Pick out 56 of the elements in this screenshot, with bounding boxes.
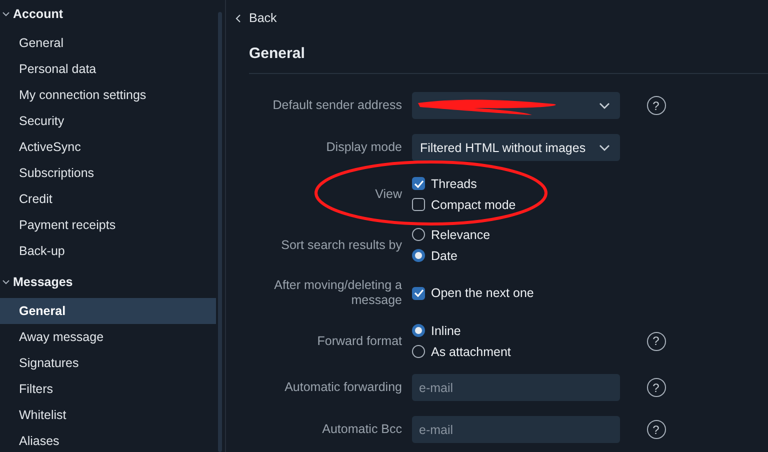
radio-button[interactable] [412, 345, 425, 358]
radio-button[interactable] [412, 228, 425, 241]
radio-button[interactable] [412, 324, 425, 337]
field-label: After moving/deleting a message [273, 278, 402, 308]
sidebar-item[interactable]: Back-up [0, 238, 216, 264]
sidebar-item[interactable]: General [0, 30, 216, 56]
sidebar-item[interactable]: Security [0, 108, 216, 134]
chevron-left-icon [235, 14, 241, 22]
check-icon [414, 180, 424, 188]
caret-icon [599, 144, 610, 152]
page-heading: General [248, 44, 306, 64]
sidebar-item[interactable]: Credit [0, 186, 216, 212]
field-label: Sort search results by [280, 238, 402, 252]
section-header[interactable]: Messages [0, 272, 216, 292]
sidebar-item[interactable]: Personal data [0, 56, 216, 82]
field-label: Default sender address [272, 98, 402, 113]
section-title: Account [13, 7, 63, 21]
field-label: Automatic Bcc [321, 422, 402, 437]
back-link[interactable]: Back [230, 0, 768, 36]
option-label: As attachment [431, 344, 511, 358]
option-label: Date [431, 248, 458, 262]
section-title: Messages [13, 275, 73, 289]
sidebar-item[interactable]: Aliases [0, 428, 216, 452]
option-label: Inline [431, 324, 461, 338]
sidebar-item[interactable]: My connection settings [0, 82, 216, 108]
checkbox[interactable] [412, 286, 425, 300]
help-button[interactable]: ? [646, 332, 666, 350]
checkbox[interactable] [412, 177, 425, 190]
checkbox[interactable] [412, 198, 425, 211]
field-label: Automatic forwarding [284, 380, 402, 395]
help-button[interactable]: ? [646, 420, 666, 439]
input-field[interactable]: e-mail [412, 416, 620, 443]
sidebar-item[interactable]: Signatures [0, 350, 216, 376]
check-icon [414, 289, 424, 297]
option-label: Open the next one [431, 286, 534, 300]
field-label: Display mode [325, 140, 402, 155]
dropdown[interactable] [412, 92, 620, 119]
option-label: Threads [431, 176, 477, 190]
sidebar-item[interactable]: Away message [0, 324, 216, 350]
radio-button[interactable] [412, 249, 425, 262]
dropdown[interactable]: Filtered HTML without images [412, 134, 620, 161]
sidebar-item[interactable]: Payment receipts [0, 212, 216, 238]
sidebar-item[interactable]: Whitelist [0, 402, 216, 428]
help-button[interactable]: ? [646, 378, 666, 397]
sidebar-item[interactable]: Subscriptions [0, 160, 216, 186]
sidebar-item[interactable]: ActiveSync [0, 134, 216, 160]
field-label: View [374, 186, 402, 202]
input-field[interactable]: e-mail [412, 374, 620, 401]
help-button[interactable]: ? [646, 96, 666, 115]
option-label: Compact mode [431, 198, 516, 212]
sidebar-item[interactable]: Filters [0, 376, 216, 402]
caret-icon [599, 102, 610, 110]
sidebar-item[interactable]: General [0, 298, 216, 324]
field-label: Forward format [316, 334, 402, 348]
section-header[interactable]: Account [0, 4, 216, 24]
option-label: Relevance [431, 228, 490, 242]
